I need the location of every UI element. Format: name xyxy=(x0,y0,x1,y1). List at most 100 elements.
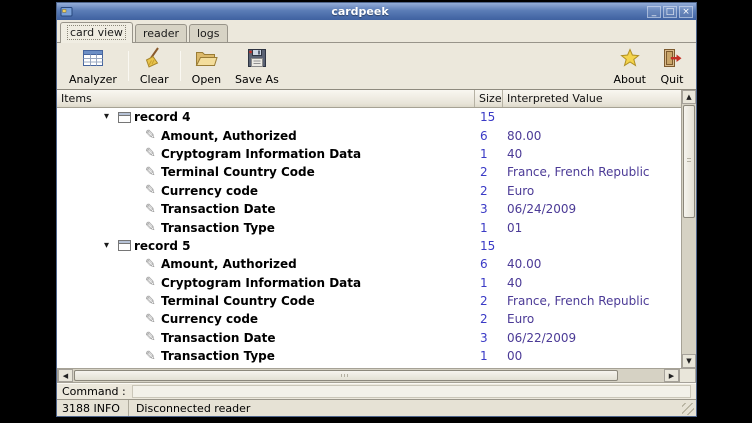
horizontal-scroll-track[interactable] xyxy=(73,369,664,382)
row-label: Transaction Type xyxy=(161,349,275,363)
row-size: 1 xyxy=(475,276,503,290)
tree-row[interactable]: ✎ Cryptogram Information Data 1 40 xyxy=(57,274,681,292)
pencil-icon: ✎ xyxy=(145,166,161,179)
row-value: 01 xyxy=(503,221,681,235)
row-items-cell: ✎ Transaction Type xyxy=(57,349,475,363)
row-label: Transaction Date xyxy=(161,331,276,345)
row-label: record 4 xyxy=(134,110,190,124)
row-label: Amount, Authorized xyxy=(161,257,297,271)
row-items-cell: ✎ Cryptogram Information Data xyxy=(57,276,475,290)
tree-header: Items Size Interpreted Value xyxy=(57,90,681,108)
tree-row[interactable]: ✎ Transaction Date 3 06/24/2009 xyxy=(57,200,681,218)
column-header-interpreted-value[interactable]: Interpreted Value xyxy=(503,90,681,107)
about-star-icon xyxy=(618,46,642,73)
pencil-icon: ✎ xyxy=(145,331,161,344)
row-value: 40 xyxy=(503,276,681,290)
tree-row-record[interactable]: ▾ record 4 15 xyxy=(57,108,681,126)
row-label: Amount, Authorized xyxy=(161,129,297,143)
row-items-cell: ▾ record 5 xyxy=(57,239,475,253)
row-value: 80.00 xyxy=(503,129,681,143)
row-items-cell: ✎ Transaction Type xyxy=(57,221,475,235)
cardpeek-window: cardpeek _ □ × card view reader logs xyxy=(56,2,697,417)
open-folder-icon xyxy=(194,46,218,73)
row-items-cell: ✎ Currency code xyxy=(57,184,475,198)
row-label: Currency code xyxy=(161,312,258,326)
tree-row[interactable]: ✎ Currency code 2 Euro xyxy=(57,182,681,200)
row-label: Transaction Type xyxy=(161,221,275,235)
save-as-button[interactable]: Save As xyxy=(228,44,286,88)
row-size: 2 xyxy=(475,312,503,326)
minimize-button[interactable]: _ xyxy=(647,6,661,18)
pencil-icon: ✎ xyxy=(145,184,161,197)
tree-body: ▾ record 4 15 ✎ Amount, Authorized 6 80.… xyxy=(57,108,681,368)
scroll-down-arrow[interactable]: ▼ xyxy=(682,354,696,368)
tree-row[interactable]: ✎ Amount, Authorized 6 80.00 xyxy=(57,126,681,144)
row-items-cell: ✎ Amount, Authorized xyxy=(57,129,475,143)
row-items-cell: ✎ Amount, Authorized xyxy=(57,257,475,271)
open-button[interactable]: Open xyxy=(185,44,228,88)
row-label: record 5 xyxy=(134,239,190,253)
about-button[interactable]: About xyxy=(606,44,653,88)
row-label: Cryptogram Information Data xyxy=(161,147,361,161)
analyzer-button[interactable]: Analyzer xyxy=(62,44,124,88)
tree-row[interactable]: ✎ Cryptogram Information Data 1 40 xyxy=(57,145,681,163)
pencil-icon: ✎ xyxy=(145,203,161,216)
about-label: About xyxy=(613,74,646,86)
row-value: France, French Republic xyxy=(503,294,681,308)
save-as-label: Save As xyxy=(235,74,279,86)
tab-logs[interactable]: logs xyxy=(189,24,228,42)
expander-icon[interactable]: ▾ xyxy=(104,241,118,251)
vertical-scroll-track[interactable] xyxy=(682,104,696,354)
row-items-cell: ✎ Terminal Country Code xyxy=(57,294,475,308)
tree-row[interactable]: ✎ Currency code 2 Euro xyxy=(57,310,681,328)
vertical-scroll-thumb[interactable] xyxy=(683,105,695,218)
row-value: France, French Republic xyxy=(503,165,681,179)
scroll-up-arrow[interactable]: ▲ xyxy=(682,90,696,104)
close-button[interactable]: × xyxy=(679,6,693,18)
horizontal-scrollbar[interactable]: ◀ ▶ xyxy=(57,368,680,383)
scroll-right-arrow[interactable]: ▶ xyxy=(664,369,679,382)
row-value: 40.00 xyxy=(503,257,681,271)
pencil-icon: ✎ xyxy=(145,221,161,234)
row-items-cell: ✎ Transaction Date xyxy=(57,331,475,345)
tab-reader[interactable]: reader xyxy=(135,24,187,42)
tree-row[interactable]: ✎ Terminal Country Code 2 France, French… xyxy=(57,292,681,310)
status-bar: 3188 INFO Disconnected reader xyxy=(57,399,696,416)
row-value: Euro xyxy=(503,184,681,198)
tree-row[interactable]: ✎ Terminal Country Code 2 France, French… xyxy=(57,163,681,181)
pencil-icon: ✎ xyxy=(145,295,161,308)
scroll-left-arrow[interactable]: ◀ xyxy=(58,369,73,382)
tree-row[interactable]: ✎ Amount, Authorized 6 40.00 xyxy=(57,255,681,273)
quit-door-icon xyxy=(660,46,684,73)
horizontal-scroll-thumb[interactable] xyxy=(74,370,618,381)
row-value: Euro xyxy=(503,312,681,326)
pencil-icon: ✎ xyxy=(145,313,161,326)
tree-row[interactable]: ✎ Transaction Date 3 06/22/2009 xyxy=(57,329,681,347)
titlebar[interactable]: cardpeek _ □ × xyxy=(57,3,696,20)
pencil-icon: ✎ xyxy=(145,129,161,142)
resize-grip-icon[interactable] xyxy=(682,403,694,415)
horizontal-scrollbar-row: ◀ ▶ xyxy=(57,368,696,383)
tab-card-view[interactable]: card view xyxy=(60,22,133,43)
tree-row[interactable]: ✎ Transaction Type 1 01 xyxy=(57,218,681,236)
status-counter: 3188 INFO xyxy=(57,400,129,416)
quit-button[interactable]: Quit xyxy=(653,44,691,88)
maximize-button[interactable]: □ xyxy=(663,6,677,18)
expander-icon[interactable]: ▾ xyxy=(104,112,118,122)
record-icon xyxy=(118,240,134,251)
tree-row[interactable]: ✎ Transaction Type 1 00 xyxy=(57,347,681,365)
command-input[interactable] xyxy=(132,385,691,398)
record-icon xyxy=(118,112,134,123)
tree-row-record[interactable]: ▾ record 5 15 xyxy=(57,237,681,255)
row-size: 15 xyxy=(475,110,503,124)
command-row: Command : xyxy=(57,383,696,399)
row-items-cell: ✎ Currency code xyxy=(57,312,475,326)
column-header-size[interactable]: Size xyxy=(475,90,503,107)
row-size: 1 xyxy=(475,221,503,235)
analyzer-icon xyxy=(81,46,105,73)
pencil-icon: ✎ xyxy=(145,147,161,160)
column-header-items[interactable]: Items xyxy=(57,90,475,107)
clear-button[interactable]: Clear xyxy=(133,44,176,88)
vertical-scrollbar[interactable]: ▲ ▼ xyxy=(681,90,696,368)
row-items-cell: ✎ Terminal Country Code xyxy=(57,165,475,179)
